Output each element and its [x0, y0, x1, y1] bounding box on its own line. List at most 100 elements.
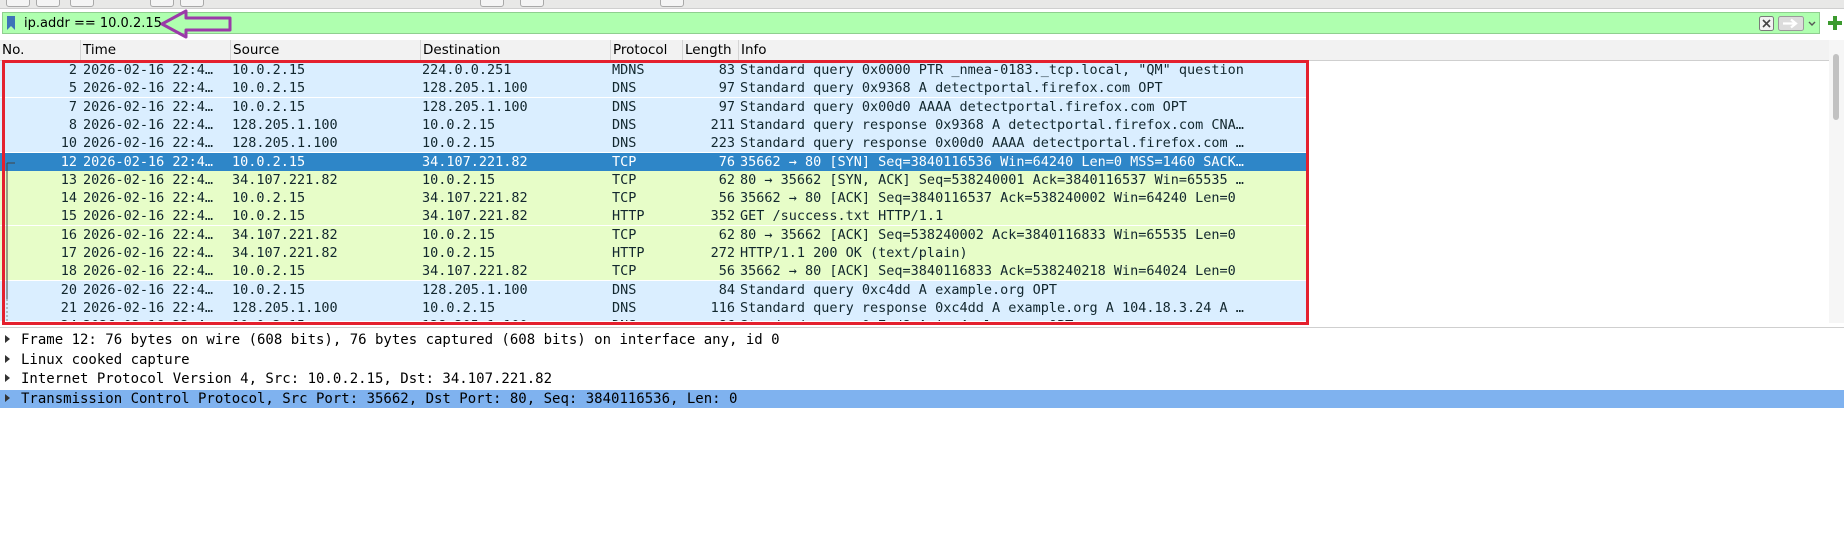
packet-info: Standard query 0x0000 PTR _nmea-0183._tc…: [740, 62, 1244, 78]
packet-protocol: DNS: [612, 116, 637, 133]
packet-number: 8: [68, 116, 77, 133]
packet-length: 97: [718, 98, 735, 115]
toolbar-button[interactable]: [150, 0, 174, 7]
column-header-protocol[interactable]: Protocol: [611, 40, 683, 60]
detail-tree-item[interactable]: Frame 12: 76 bytes on wire (608 bits), 7…: [0, 331, 1844, 349]
packet-protocol: DNS: [612, 299, 637, 316]
packet-source: 10.0.2.15: [232, 208, 306, 225]
packet-time: 2026-02-16 22:4…: [83, 245, 214, 261]
packet-info: Standard query 0x00d0 AAAA detectportal.…: [740, 98, 1188, 115]
packet-source: 10.0.2.15: [232, 153, 306, 170]
packet-info: Standard query 0xc4dd A example.org OPT: [740, 281, 1057, 298]
expand-triangle-icon[interactable]: [5, 393, 10, 402]
packet-destination: 34.107.221.82: [422, 263, 528, 280]
display-filter-input[interactable]: [24, 15, 1744, 32]
packet-row[interactable]: 18 2026-02-16 22:4… 10.0.2.15 34.107.221.82…: [0, 262, 1308, 281]
packet-row[interactable]: 14 2026-02-16 22:4… 10.0.2.15 34.107.221.82…: [0, 189, 1308, 208]
packet-info: Standard query response 0xc4dd A example…: [740, 299, 1244, 316]
packet-length: 116: [710, 299, 735, 316]
packet-row[interactable]: 17 2026-02-16 22:4… 34.107.221.82 10.0.2.15…: [0, 244, 1308, 262]
detail-tree-label: Transmission Control Protocol, Src Port:…: [21, 390, 738, 407]
packet-row[interactable]: 20 2026-02-16 22:4… 10.0.2.15 128.205.1.100…: [0, 280, 1308, 299]
column-header-destination[interactable]: Destination: [421, 40, 611, 60]
detail-tree-item[interactable]: Linux cooked capture: [0, 351, 1844, 369]
display-filter-bar: [2, 12, 1820, 34]
column-header-no[interactable]: No.: [0, 40, 81, 60]
packet-source: 128.205.1.100: [232, 135, 338, 152]
packet-destination: 10.0.2.15: [422, 116, 496, 133]
packet-row[interactable]: 12 2026-02-16 22:4… 10.0.2.15 34.107.221.82…: [0, 152, 1308, 171]
packet-source: 10.0.2.15: [232, 281, 306, 298]
packet-destination: 224.0.0.251: [422, 62, 512, 78]
packet-protocol: DNS: [612, 80, 637, 97]
packet-length: 62: [718, 226, 735, 243]
toolbar-button[interactable]: [520, 0, 544, 7]
packet-info: Standard query response 0x00d0 AAAA dete…: [740, 135, 1244, 152]
packet-list-scrollbar[interactable]: [1829, 40, 1844, 323]
packet-length: 56: [718, 190, 735, 207]
packet-protocol: TCP: [612, 171, 637, 188]
packet-destination: 10.0.2.15: [422, 135, 496, 152]
expand-triangle-icon[interactable]: [5, 374, 10, 382]
packet-info: 35662 → 80 [SYN] Seq=3840116536 Win=6424…: [740, 153, 1244, 170]
packet-length: 97: [718, 80, 735, 97]
packet-destination: 34.107.221.82: [422, 208, 528, 225]
packet-row[interactable]: 7 2026-02-16 22:4… 10.0.2.15 128.205.1.100 D…: [0, 97, 1308, 116]
packet-protocol: TCP: [612, 153, 637, 170]
plus-icon[interactable]: [1826, 14, 1844, 32]
toolbar-button[interactable]: [660, 0, 684, 7]
packet-time: 2026-02-16 22:4…: [83, 135, 214, 152]
packet-time: 2026-02-16 22:4…: [83, 116, 214, 133]
packet-protocol: HTTP: [612, 245, 645, 261]
toolbar-button[interactable]: [480, 0, 504, 7]
packet-list-header: No. Time Source Destination Protocol Len…: [0, 40, 1844, 61]
bookmark-icon[interactable]: [5, 15, 17, 31]
toolbar-button[interactable]: [70, 0, 94, 7]
detail-tree-label: Linux cooked capture: [21, 351, 190, 368]
packet-info: Standard query 0x9368 A detectportal.fir…: [740, 80, 1163, 97]
column-header-time[interactable]: Time: [81, 40, 231, 60]
toolbar-button[interactable]: [36, 0, 60, 7]
packet-row[interactable]: 5 2026-02-16 22:4… 10.0.2.15 128.205.1.100 D…: [0, 79, 1308, 98]
packet-list: No. Time Source Destination Protocol Len…: [0, 40, 1844, 323]
clear-icon[interactable]: [1759, 16, 1774, 31]
packet-protocol: TCP: [612, 190, 637, 207]
arrow-right-icon[interactable]: [1778, 16, 1804, 31]
column-header-length[interactable]: Length: [683, 40, 739, 60]
detail-tree-item[interactable]: Transmission Control Protocol, Src Port:…: [0, 389, 1844, 408]
packet-length: 223: [710, 135, 735, 152]
packet-row[interactable]: 2 2026-02-16 22:4… 10.0.2.15 224.0.0.251 MDN…: [0, 61, 1308, 79]
toolbar-button[interactable]: [180, 0, 204, 7]
packet-time: 2026-02-16 22:4…: [83, 317, 231, 321]
packet-destination: 34.107.221.82: [422, 153, 528, 170]
packet-source: 34.107.221.82: [232, 245, 338, 261]
detail-tree-label: Internet Protocol Version 4, Src: 10.0.2…: [21, 371, 553, 387]
packet-source: 10.0.2.15: [232, 317, 417, 321]
packet-time: 2026-02-16 22:4…: [83, 190, 214, 207]
packet-row[interactable]: 13 2026-02-16 22:4… 34.107.221.82 10.0.2.15…: [0, 170, 1308, 189]
packet-number: 7: [68, 98, 77, 115]
column-header-info[interactable]: Info: [739, 40, 1308, 60]
scrollbar-thumb[interactable]: [1833, 54, 1839, 120]
packet-row[interactable]: 15 2026-02-16 22:4… 10.0.2.15 34.107.221.82…: [0, 207, 1308, 226]
toolbar-button[interactable]: [6, 0, 30, 7]
packet-time: 2026-02-16 22:4…: [83, 98, 214, 115]
packet-destination: 34.107.221.82: [422, 190, 528, 207]
expand-triangle-icon[interactable]: [5, 354, 10, 363]
packet-protocol: TCP: [612, 226, 637, 243]
annotation-arrow-icon: [160, 9, 232, 39]
packet-row[interactable]: 242026-02-16 22:4…10.0.2.15128.205.1.100…: [0, 317, 1308, 321]
packet-time: 2026-02-16 22:4…: [83, 62, 214, 78]
packet-row[interactable]: 21 2026-02-16 22:4… 128.205.1.100 10.0.2.15…: [0, 298, 1308, 317]
chevron-down-icon[interactable]: [1807, 16, 1817, 31]
packet-time: 2026-02-16 22:4…: [83, 263, 214, 280]
detail-tree-item[interactable]: Internet Protocol Version 4, Src: 10.0.2…: [0, 370, 1844, 388]
packet-row[interactable]: 8 2026-02-16 22:4… 128.205.1.100 10.0.2.15 D…: [0, 115, 1308, 134]
packet-row[interactable]: 16 2026-02-16 22:4… 34.107.221.82 10.0.2.15…: [0, 225, 1308, 244]
packet-info: GET /success.txt HTTP/1.1: [740, 208, 944, 225]
packet-protocol: HTTP: [612, 208, 645, 225]
packet-source: 10.0.2.15: [232, 98, 306, 115]
column-header-source[interactable]: Source: [231, 40, 421, 60]
expand-triangle-icon[interactable]: [5, 335, 10, 343]
packet-row[interactable]: 10 2026-02-16 22:4… 128.205.1.100 10.0.2.15…: [0, 134, 1308, 153]
